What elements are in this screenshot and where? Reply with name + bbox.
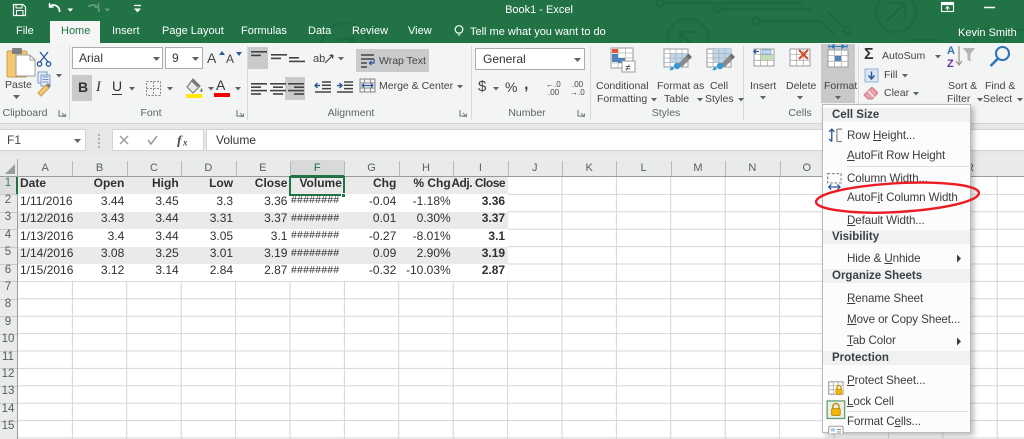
svg-text:.00: .00	[548, 88, 560, 95]
svg-text:ab: ab	[313, 53, 325, 65]
svg-text:→.0: →.0	[570, 88, 585, 95]
svg-text:≠: ≠	[625, 63, 631, 74]
svg-text:x: x	[182, 138, 188, 148]
svg-text:Z: Z	[947, 58, 954, 70]
svg-text:A: A	[947, 45, 955, 57]
